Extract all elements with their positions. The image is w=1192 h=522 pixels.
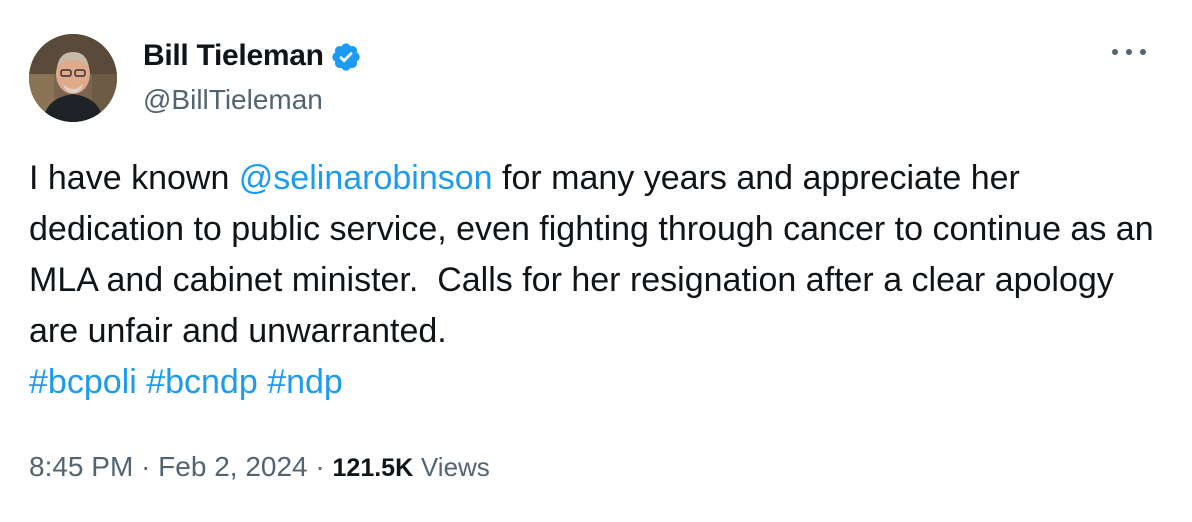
tweet-text-start: I have known [29, 159, 239, 197]
views-label: Views [420, 452, 490, 482]
tweet-time[interactable]: 8:45 PM [29, 451, 133, 482]
avatar-photo [29, 34, 117, 122]
views-count: 121.5K [332, 454, 414, 482]
tweet-card: Bill Tieleman @BillTieleman I have known… [0, 0, 1192, 522]
more-options-icon[interactable] [1112, 42, 1146, 62]
tweet-date[interactable]: Feb 2, 2024 [158, 451, 307, 482]
hashtag-link[interactable]: #bcndp [146, 363, 258, 401]
avatar[interactable] [29, 34, 117, 122]
more-dot [1126, 49, 1132, 55]
more-dot [1140, 49, 1146, 55]
meta-separator: · [141, 451, 151, 482]
mention-link[interactable]: @selinarobinson [239, 159, 493, 197]
more-dot [1112, 49, 1118, 55]
author-name-row: Bill Tieleman [143, 38, 362, 74]
tweet-meta: 8:45 PM · Feb 2, 2024 · 121.5K Views [29, 449, 490, 486]
meta-separator: · [315, 451, 325, 482]
author-handle[interactable]: @BillTieleman [143, 83, 323, 117]
verified-badge-icon[interactable] [330, 41, 362, 73]
author-display-name[interactable]: Bill Tieleman [143, 38, 324, 74]
tweet-text: I have known @selinarobinson for many ye… [29, 153, 1159, 408]
hashtag-link[interactable]: #bcpoli [29, 363, 137, 401]
hashtag-link[interactable]: #ndp [267, 363, 343, 401]
